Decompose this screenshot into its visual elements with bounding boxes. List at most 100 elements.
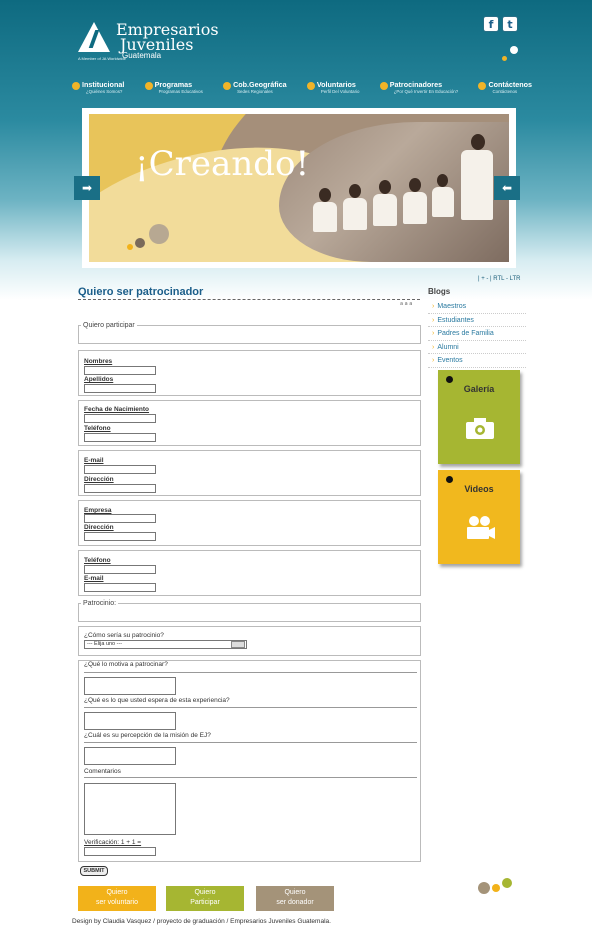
nav-sublabel: Programas Educativos — [158, 89, 203, 94]
fieldset-nacimiento: Fecha de Nacimiento Teléfono — [78, 400, 421, 446]
quiero-ser-voluntario-button[interactable]: Quiero ser voluntario — [78, 886, 156, 911]
videos-card[interactable]: Videos — [438, 470, 520, 564]
logo-line2: Juveniles — [120, 35, 194, 55]
nav-item-contactenos[interactable]: Contáctenos Contáctenos — [478, 80, 532, 94]
fieldset-preguntas: ¿Qué lo motiva a patrocinar? ¿Qué es lo … — [78, 660, 421, 862]
blogs-list: Maestros Estudiantes Padres de Familia A… — [428, 300, 526, 368]
fieldset-empresa: Empresa Dirección — [78, 500, 421, 546]
direccion-input[interactable] — [84, 484, 156, 493]
select-dropdown-button[interactable] — [231, 641, 245, 648]
blog-link-maestros[interactable]: Maestros — [428, 300, 526, 314]
email-empresa-input[interactable] — [84, 583, 156, 592]
page-title: Quiero ser patrocinador — [78, 286, 204, 298]
fieldset-nombre: Nombres Apellidos — [78, 350, 421, 396]
arrow-right-icon: ➡ — [81, 181, 93, 195]
banner-title: ¡Creando! — [135, 144, 310, 184]
label-direccion-empresa: Dirección — [84, 524, 114, 531]
nav-bullet-icon — [72, 82, 80, 90]
submit-button[interactable]: SUBMIT — [80, 866, 108, 876]
legend-quiero-participar: Quiero participar — [83, 322, 135, 329]
empresa-input[interactable] — [84, 514, 156, 523]
nav-label: Contáctenos — [488, 80, 532, 89]
title-divider — [78, 299, 420, 300]
nav-sublabel: ¿Por Qué Invertir En Educación? — [393, 89, 459, 94]
banner-prev-button[interactable]: ⬅ — [494, 176, 520, 200]
divider — [84, 707, 417, 708]
motiva-textarea[interactable] — [84, 677, 176, 695]
fecha-nacimiento-input[interactable] — [84, 414, 156, 423]
blog-link-estudiantes[interactable]: Estudiantes — [428, 314, 526, 327]
text-size-controls[interactable]: a a a — [400, 301, 412, 307]
telefono-empresa-input[interactable] — [84, 565, 156, 574]
main-nav: Institucional ¿Quiénes Somos? Programas Pr… — [72, 80, 532, 94]
patrocinio-select[interactable]: --- Elija uno --- — [84, 640, 247, 649]
blogs-title: Blogs — [428, 287, 451, 296]
quiero-ser-donador-button[interactable]: Quiero ser donador — [256, 886, 334, 911]
camera-icon — [466, 418, 494, 439]
social-links: f t — [483, 16, 518, 32]
nav-item-programas[interactable]: Programas Programas Educativos — [144, 80, 203, 94]
facebook-icon[interactable]: f — [483, 16, 499, 32]
pin-icon — [446, 376, 453, 383]
logo-subtitle: A Member of JA Worldwide — [78, 56, 126, 61]
label-telefono: Teléfono — [84, 425, 111, 432]
button-line2: ser donador — [276, 899, 314, 906]
fieldset-contacto: E-mail Dirección — [78, 450, 421, 496]
label-email: E-mail — [84, 457, 104, 464]
label-fecha-nacimiento: Fecha de Nacimiento — [84, 406, 150, 413]
nav-bullet-icon — [478, 82, 487, 90]
label-que-espera: ¿Qué es lo que usted espera de esta expe… — [84, 697, 230, 704]
nav-label: Programas — [154, 80, 193, 89]
quiero-participar-button[interactable]: Quiero Participar — [166, 886, 244, 911]
label-telefono-empresa: Teléfono — [84, 557, 111, 564]
button-line1: Quiero — [106, 889, 128, 896]
espera-textarea[interactable] — [84, 712, 176, 730]
label-como-patrocinio: ¿Cómo sería su patrocinio? — [84, 632, 164, 639]
nav-sublabel: ¿Quiénes Somos? — [86, 89, 123, 94]
comentarios-textarea[interactable] — [84, 783, 176, 835]
percepcion-textarea[interactable] — [84, 747, 176, 765]
divider — [84, 672, 417, 673]
label-percepcion: ¿Cuál es su percepción de la misión de E… — [84, 732, 211, 739]
nav-item-patrocinadores[interactable]: Patrocinadores ¿Por Qué Invertir En Educa… — [379, 80, 459, 94]
nav-item-institucional[interactable]: Institucional ¿Quiénes Somos? — [72, 80, 124, 94]
nombres-input[interactable] — [84, 366, 156, 375]
blog-link-padres[interactable]: Padres de Familia — [428, 327, 526, 341]
logo-mark-icon — [78, 22, 110, 54]
nav-label: Patrocinadores — [389, 80, 443, 89]
footer-credits: Design by Claudia Vasquez / proyecto de … — [72, 918, 331, 925]
utility-links[interactable]: | + - | RTL - LTR — [478, 276, 521, 282]
label-que-motiva: ¿Qué lo motiva a patrocinar? — [84, 661, 168, 668]
direccion-empresa-input[interactable] — [84, 532, 156, 541]
nav-bullet-icon — [306, 82, 315, 90]
apellidos-input[interactable] — [84, 384, 156, 393]
twitter-icon[interactable]: t — [502, 16, 518, 32]
nav-sublabel: Perfil Del Voluntario — [320, 89, 360, 94]
nav-item-cob-geografica[interactable]: Cob.Geográfica Sedes Regionales — [223, 80, 287, 94]
label-comentarios: Comentarios — [84, 768, 121, 775]
galeria-card[interactable]: Galería — [438, 370, 520, 464]
fieldset-patrocinio: Patrocinio: — [78, 600, 421, 622]
nav-label: Cob.Geográfica — [233, 80, 287, 89]
banner-next-button[interactable]: ➡ — [74, 176, 100, 200]
nav-bullet-icon — [144, 82, 153, 90]
label-email-empresa: E-mail — [84, 575, 104, 582]
site-logo[interactable]: Empresarios Juveniles Guatemala — [78, 21, 219, 60]
email-input[interactable] — [84, 465, 156, 474]
nav-item-voluntarios[interactable]: Voluntarios Perfil Del Voluntario — [306, 80, 360, 94]
divider — [84, 742, 417, 743]
blog-link-alumni[interactable]: Alumni — [428, 341, 526, 354]
label-direccion: Dirección — [84, 476, 114, 483]
fieldset-quiero-participar: Quiero participar — [78, 322, 421, 344]
blog-link-eventos[interactable]: Eventos — [428, 354, 526, 368]
nav-label: Voluntarios — [316, 80, 356, 89]
fieldset-empresa-contacto: Teléfono E-mail — [78, 550, 421, 596]
hero-banner: ¡Creando! — [82, 108, 516, 268]
label-empresa: Empresa — [84, 507, 112, 514]
telefono-input[interactable] — [84, 433, 156, 442]
videos-title: Videos — [464, 484, 494, 494]
label-apellidos: Apellidos — [84, 376, 114, 383]
label-verificacion: Verificación: 1 + 1 = — [84, 839, 142, 846]
select-value: --- Elija uno --- — [87, 641, 123, 647]
verificacion-input[interactable] — [84, 847, 156, 856]
